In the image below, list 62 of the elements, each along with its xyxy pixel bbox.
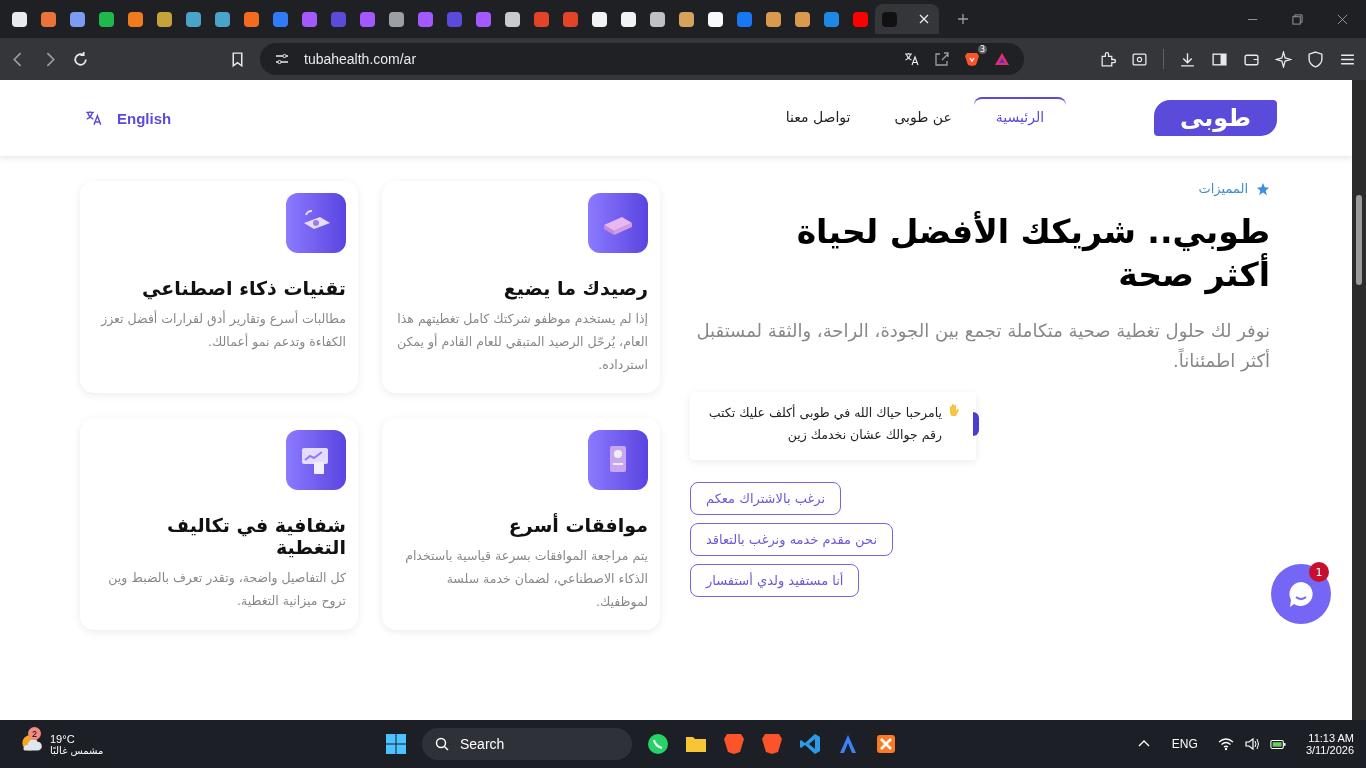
sidebar-icon[interactable] (1211, 50, 1228, 68)
speaker-icon[interactable] (1243, 736, 1260, 752)
quick-reply-button[interactable]: نحن مقدم خدمه ونرغب بالتعاقد (690, 523, 893, 556)
feature-title: تقنيات ذكاء اصطناعي (142, 277, 346, 299)
nav-link[interactable]: تواصل معنا (763, 97, 873, 135)
time-text: 11:13 AM (1308, 732, 1354, 744)
translate-icon (85, 109, 103, 127)
taskbar-search-field[interactable]: Search (422, 728, 632, 760)
sparkle-icon[interactable] (1275, 50, 1292, 68)
wifi-icon[interactable] (1217, 736, 1234, 752)
nav-link[interactable]: الرئيسية (973, 97, 1067, 135)
star-icon (1256, 181, 1270, 196)
extensions-icon[interactable] (1099, 50, 1116, 68)
hero-title: طوبي.. شريكك الأفضل لحياة أكثر صحة (795, 210, 1270, 296)
new-tab-icon[interactable] (957, 13, 969, 25)
windows-start-icon[interactable] (384, 732, 408, 756)
lion-shield-icon[interactable] (760, 732, 784, 756)
temperature-text: 19°C (50, 732, 76, 745)
download-icon[interactable] (1179, 50, 1196, 68)
notification-badge: 1 (1309, 562, 1329, 582)
chart-icon (286, 430, 346, 490)
chat-text: يامرحبا حياك الله في طوبى أكلف عليك تكتب رقم جوالك عشان نخدمك زين (707, 403, 942, 445)
nav-link[interactable]: عن طوبى (872, 97, 974, 135)
url-text: tubahealth.com/ar (304, 51, 418, 67)
lion-shield-icon[interactable] (722, 732, 746, 756)
shield-count-badge: 3 (977, 45, 987, 54)
shield-icon[interactable] (1307, 50, 1324, 68)
quick-reply-button[interactable]: أنا مستفيد ولدي أستفسار (690, 564, 860, 597)
share-icon[interactable] (934, 51, 950, 67)
input-language[interactable]: ENG (1171, 737, 1198, 751)
chat-bubble-icon (1286, 579, 1316, 609)
logo[interactable]: طوبى (1154, 100, 1277, 136)
triangle-icon[interactable] (994, 51, 1010, 67)
feature-description: كل التفاصيل واضحة، وتقدر تعرف بالضبط وين تروح ميزانية التغطية. (107, 569, 346, 611)
feature-title: رصيدك ما يضيع (503, 277, 648, 299)
chat-launcher-button[interactable]: 1 (1271, 564, 1331, 624)
hero-subtitle: نوفر لك حلول تغطية صحية متكاملة تجمع بين الجودة، الراحة، والثقة لمستقبل أكثر اطمئناناً. (695, 319, 1270, 374)
lion-shield-icon[interactable] (964, 51, 980, 67)
reload-icon[interactable] (72, 50, 89, 68)
date-text: 3/11/2026 (1305, 744, 1354, 756)
banknote-icon (588, 193, 648, 253)
weather-text: مشمس غالبًا (50, 744, 104, 756)
address-bar[interactable]: tubahealth.com/ar 3 (260, 43, 1024, 75)
site-settings-icon[interactable] (274, 51, 290, 67)
notification-badge: 2 (28, 727, 41, 740)
feature-description: إذا لم يستخدم موظفو شركتك كامل تغطيتهم هذا العام، يُرحّل الرصيد المتبقي للعام القادم أو يمكن استرداده. (395, 310, 648, 375)
language-link[interactable]: English (85, 109, 172, 127)
close-icon[interactable] (1337, 13, 1348, 25)
phone-chat-icon[interactable] (646, 732, 670, 756)
quick-reply-button[interactable]: نرغب بالاشتراك معكم (690, 482, 841, 515)
section-label: المميزات (1198, 181, 1248, 196)
feature-description: يتم مراجعة الموافقات بسرعة قياسية باستخدام الذكاء الاصطناعي، لضمان خدمة سلسة لموظفيك. (404, 547, 648, 612)
search-icon (434, 736, 450, 752)
restore-icon[interactable] (1292, 13, 1303, 25)
translate-icon[interactable] (904, 51, 920, 67)
document-icon (588, 430, 648, 490)
feature-description: مطالبات أسرع وتقارير أدق لقرارات أفضل تعزز الكفاءة وتدعم نمو أعمالك. (99, 309, 346, 352)
clock[interactable]: 11:13 AM 3/11/2026 (1305, 732, 1354, 756)
scrollbar[interactable] (1352, 80, 1366, 720)
code-editor-icon[interactable] (798, 732, 822, 756)
feature-title: شفافية في تكاليف التغطية (166, 514, 346, 558)
feature-title: موافقات أسرع (508, 514, 648, 536)
